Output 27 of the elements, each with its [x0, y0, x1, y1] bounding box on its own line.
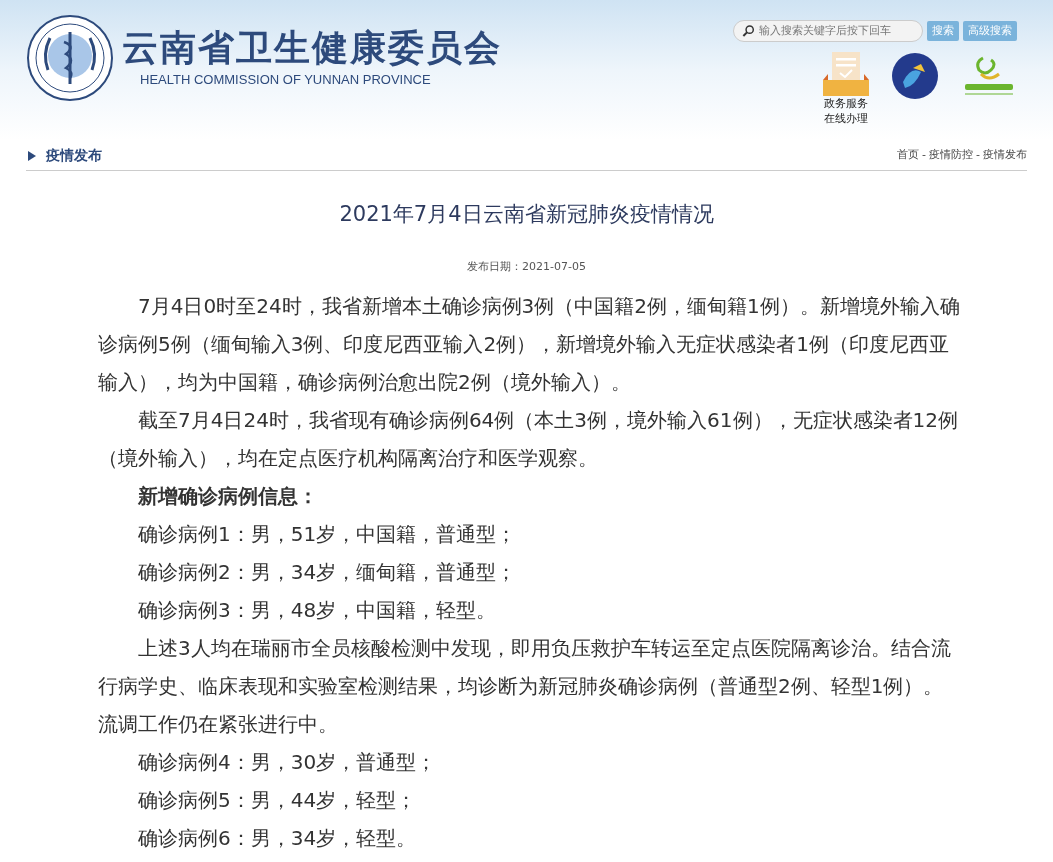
- publish-date: 发布日期：2021-07-05: [467, 258, 586, 275]
- document-tray-icon: [823, 52, 869, 96]
- search-field[interactable]: 输入搜索关键字后按下回车: [733, 20, 923, 42]
- paragraph: 确诊病例3：男，48岁，中国籍，轻型。: [137, 597, 498, 624]
- article-title: 2021年7月4日云南省新冠肺炎疫情情况: [339, 201, 714, 228]
- paragraph: 确诊病例1：男，51岁，中国籍，普通型；: [137, 521, 518, 548]
- paragraph: 确诊病例6：男，34岁，轻型。: [137, 825, 418, 852]
- service-link[interactable]: 政务服务: [824, 96, 868, 111]
- paragraph: 截至7月4日24时，我省现有确诊病例64例（本土3例，境外输入61例），无症状感染者12例（境外输入），均在定点医疗机构隔离治疗和医学观察。: [98, 407, 959, 472]
- breadcrumb-link[interactable]: 首页: [897, 147, 920, 164]
- breadcrumb-separator: -: [976, 147, 980, 164]
- breadcrumb-separator: -: [922, 147, 926, 164]
- paragraph: 上述3人均在瑞丽市全员核酸检测中发现，即用负压救护车转运至定点医院隔离诊治。结合流行病学史、临床表现和实验室检测结果，均诊断为新冠肺炎确诊病例（普通型2例、轻型1例）。流调工作仍在紧张进行中。: [98, 635, 952, 738]
- search-icon: [742, 24, 755, 38]
- paragraph: 确诊病例4：男，30岁，普通型；: [137, 749, 438, 776]
- paragraph: 确诊病例2：男，34岁，缅甸籍，普通型；: [137, 559, 518, 586]
- service-link[interactable]: 在线办理: [824, 111, 868, 126]
- breadcrumb-link[interactable]: 疫情防控: [929, 147, 973, 164]
- site-subtitle: HEALTH COMMISSION OF YUNNAN PROVINCE: [140, 71, 432, 90]
- site-title: 云南省卫生健康委员会: [122, 26, 502, 71]
- circular-badge-logo: [891, 52, 939, 100]
- triangle-icon: [28, 150, 36, 161]
- paragraph: 7月4日0时至24时，我省新增本土确诊病例3例（中国籍2例，缅甸籍1例）。新增境外输入确诊病例5例（缅甸输入3例、印度尼西亚输入2例），新增境外输入无症状感染者1例（印度尼西亚输入），均为中国籍，确诊病例治愈出院2例（境外输入）。: [98, 293, 960, 396]
- breadcrumb-link[interactable]: 疫情发布: [983, 147, 1027, 164]
- section-title: 疫情发布: [46, 146, 102, 165]
- paragraph: 确诊病例5：男，44岁，轻型；: [137, 787, 418, 814]
- section-heading: 新增确诊病例信息：: [137, 483, 319, 510]
